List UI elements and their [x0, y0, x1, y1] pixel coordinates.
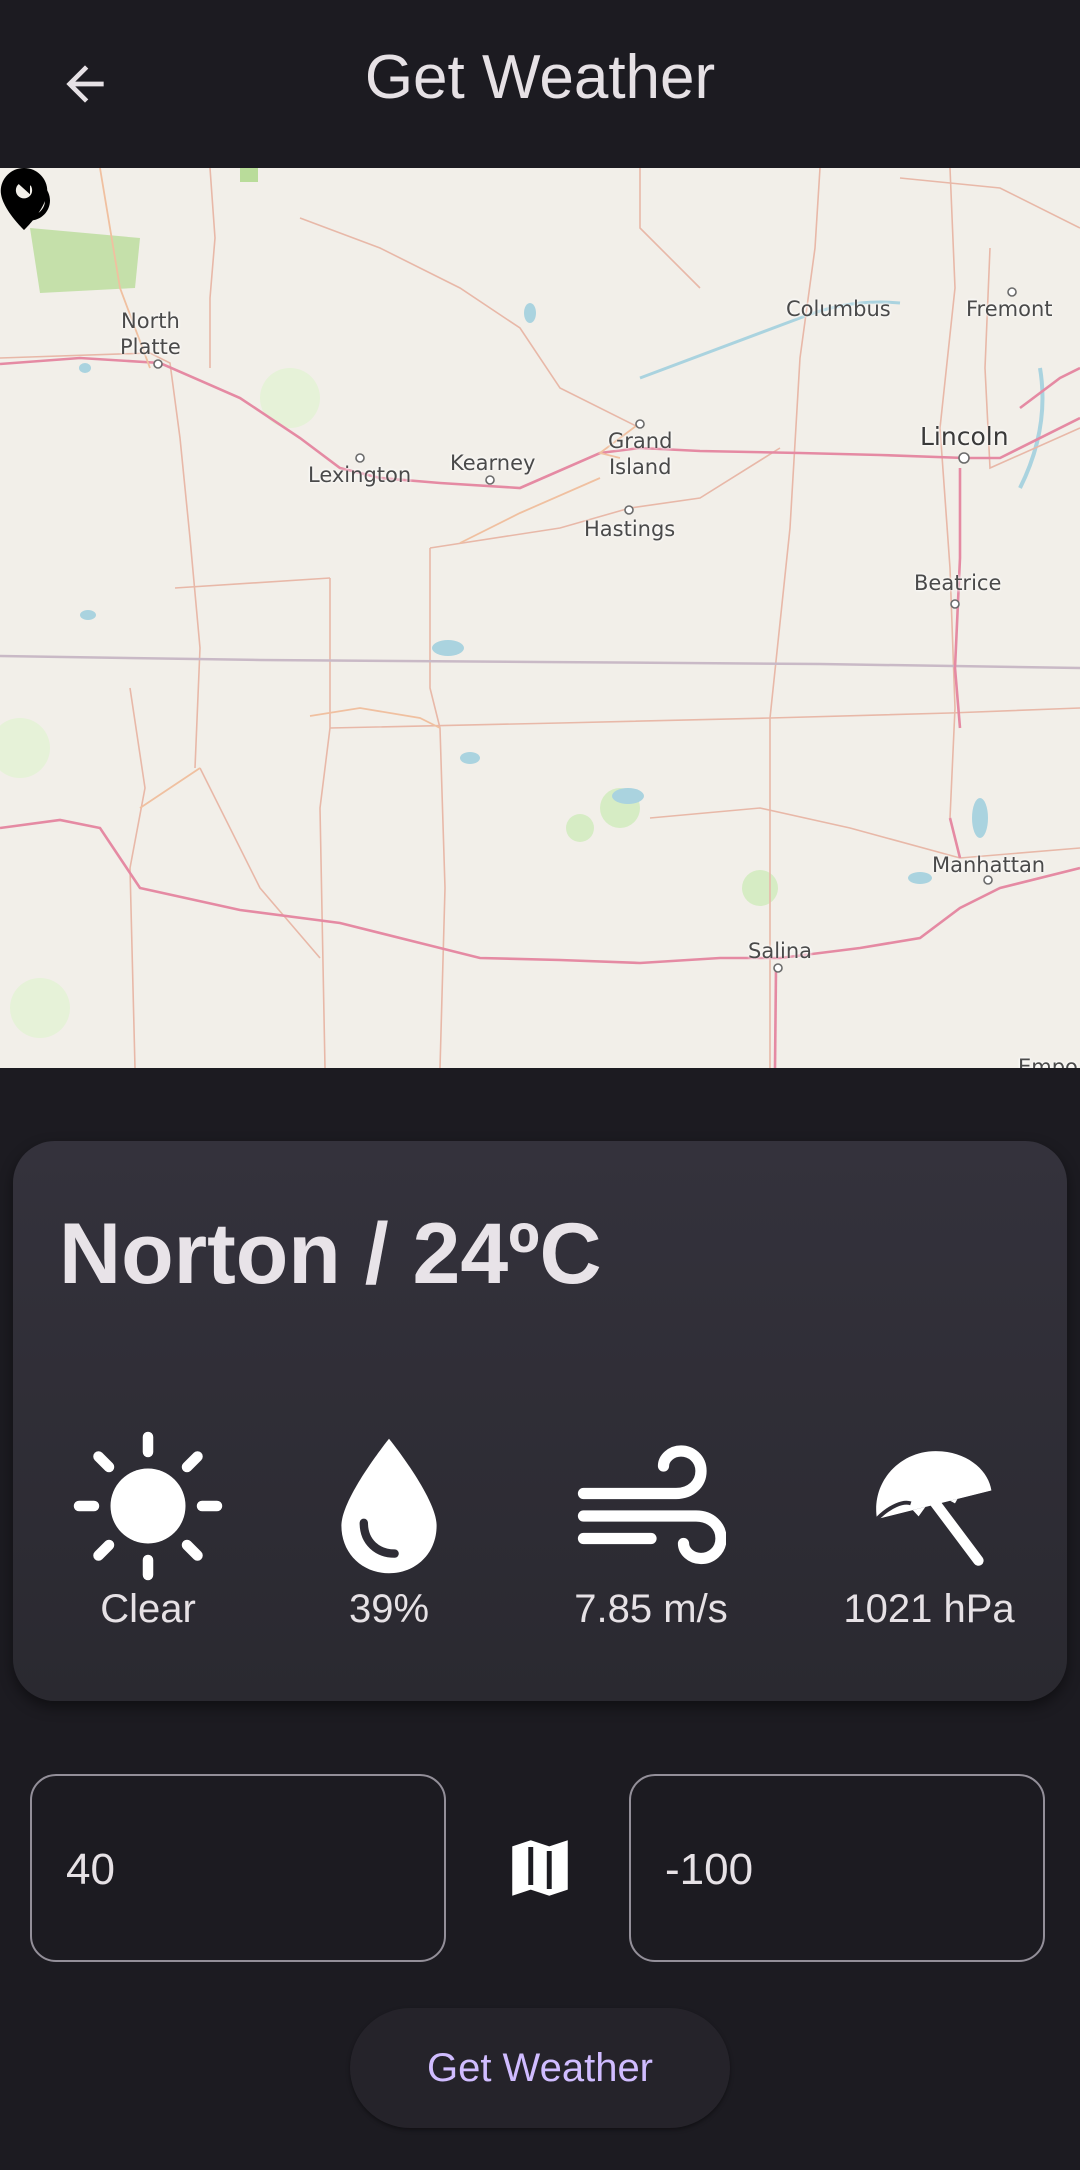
pressure-label: 1021 hPa: [843, 1587, 1015, 1631]
latitude-field[interactable]: [30, 1774, 446, 1962]
app-bar: Get Weather: [0, 0, 1080, 168]
map-label-grand-island: Grand Island: [608, 429, 673, 479]
location-temperature-title: Norton / 24ºC: [59, 1206, 602, 1302]
pressure-stat: 1021 hPa: [819, 1431, 1039, 1632]
latitude-input[interactable]: [64, 1834, 418, 1906]
map-label-salina: Salina: [748, 939, 813, 963]
weather-card: Norton / 24ºC Clear 39% 7.85 m/s 1021 hP…: [13, 1141, 1067, 1701]
longitude-field[interactable]: [629, 1774, 1045, 1962]
rotate-reset-icon[interactable]: [0, 168, 60, 228]
water-drop-icon: [341, 1438, 437, 1574]
page-title: Get Weather: [364, 43, 716, 112]
map-label-lexington: Lexington: [308, 463, 412, 487]
map-label-beatrice: Beatrice: [914, 571, 1002, 595]
map-icon: [512, 1840, 568, 1896]
map-label-kearney: Kearney: [450, 451, 536, 475]
map-label-fremont: Fremont: [966, 297, 1053, 321]
humidity-label: 39%: [348, 1587, 430, 1631]
sun-icon: [73, 1431, 223, 1581]
map-toggle-button[interactable]: [500, 1830, 580, 1906]
umbrella-icon: [875, 1451, 992, 1566]
map-label-north-platte: North Platte: [120, 309, 181, 359]
map-label-emporia: Empo: [1018, 1055, 1078, 1068]
get-weather-button[interactable]: Get Weather: [350, 2008, 730, 2128]
map-label-lincoln: Lincoln: [920, 422, 1009, 451]
map-view[interactable]: North Platte Columbus Fremont Lexington …: [0, 168, 1080, 1068]
wind-label: 7.85 m/s: [574, 1587, 728, 1631]
map-label-manhattan: Manhattan: [932, 853, 1046, 877]
map-label-hastings: Hastings: [584, 517, 676, 541]
bottom-system-bar: [0, 2160, 1080, 2170]
condition-stat: Clear: [38, 1431, 258, 1632]
map-tiles: [0, 168, 1080, 1068]
map-label-columbus: Columbus: [786, 297, 891, 321]
humidity-stat: 39%: [279, 1431, 499, 1632]
longitude-input[interactable]: [663, 1834, 1017, 1906]
wind-icon: [577, 1445, 726, 1565]
condition-label: Clear: [100, 1587, 196, 1631]
wind-stat: 7.85 m/s: [541, 1431, 761, 1632]
